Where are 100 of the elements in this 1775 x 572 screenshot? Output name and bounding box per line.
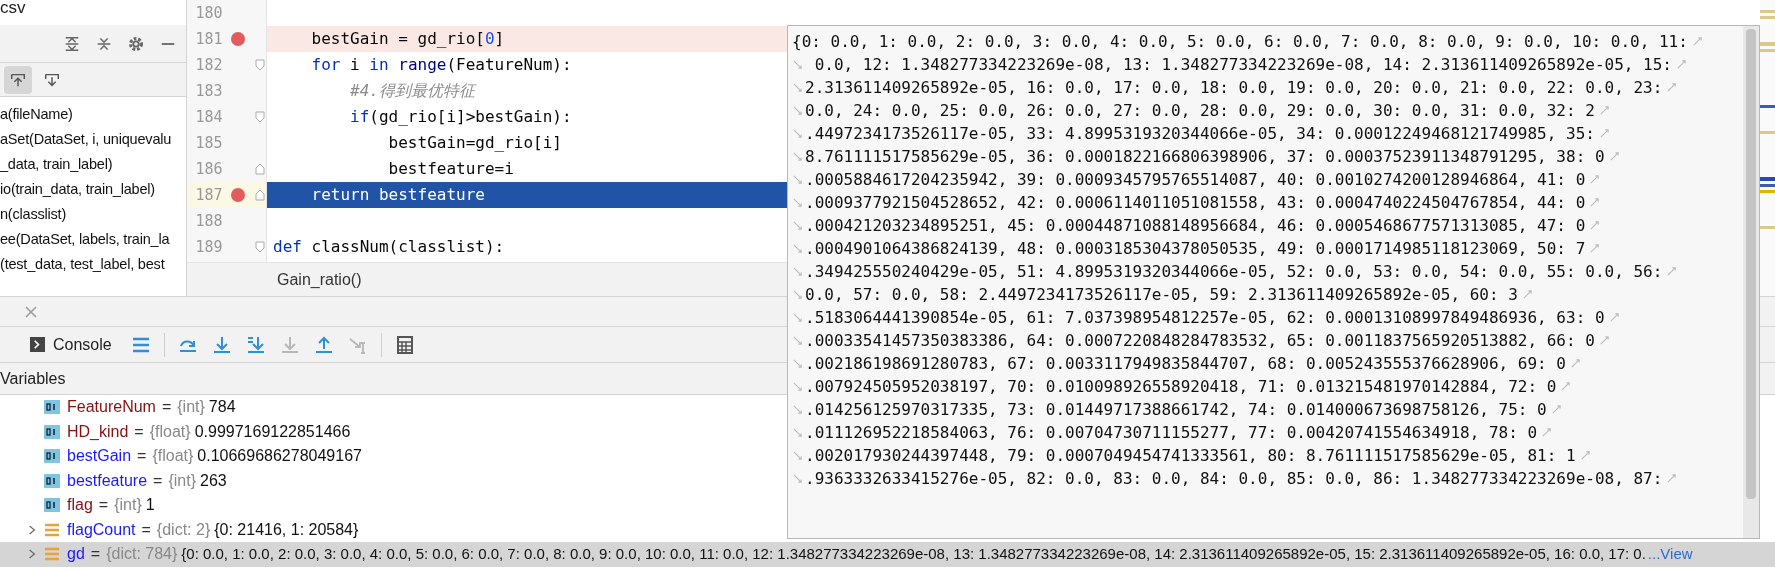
soft-wrap-icon [1550, 404, 1562, 415]
value-text: .0004901064386824139, 48: 0.0003185304378050535, 49: 0.0001714985118123069, 50: 7 [805, 237, 1586, 260]
file-name[interactable]: csv [0, 0, 26, 16]
arrow-up-icon[interactable] [4, 65, 32, 94]
soft-wrap-icon [792, 312, 803, 323]
line-number: 185 [194, 132, 223, 154]
soft-wrap-icon [792, 266, 803, 277]
soft-wrap-icon [1560, 381, 1572, 392]
chevron-right-icon[interactable] [28, 548, 36, 561]
code-line: return bestfeature [310, 184, 485, 206]
soft-wrap-icon [1675, 59, 1687, 70]
structure-item[interactable]: ee(DataSet, labels, train_la [0, 228, 170, 251]
variable-name: flag [67, 495, 93, 516]
value-text: 8.761111517585629e-05, 36: 0.0001822166806398906, 37: 0.00037523911348791295, 38: 0 [805, 145, 1605, 168]
soft-wrap-icon [792, 404, 803, 415]
equals-sign: = [141, 519, 151, 540]
variable-row[interactable] [0, 542, 1775, 567]
structure-item[interactable]: n(classlist) [0, 203, 67, 226]
line-number: 186 [194, 158, 223, 180]
soft-wrap-icon [792, 82, 803, 93]
soft-wrap-icon [792, 358, 803, 369]
value-text: .0005884617204235942, 39: 0.0009345795765514087, 40: 0.0010274200128946864, 41: 0 [805, 168, 1586, 191]
structure-item[interactable]: a(fileName) [0, 103, 73, 126]
stack-icon [44, 522, 60, 537]
value-text: .014256125970317335, 73: 0.01449717388661742, 74: 0.014000673698758126, 75: 0 [805, 398, 1547, 421]
soft-wrap-icon [1608, 312, 1620, 323]
variable-name: flagCount [67, 519, 136, 540]
breadcrumb[interactable]: Gain_ratio() [277, 267, 362, 292]
structure-item[interactable]: io(train_data, train_label) [0, 178, 155, 201]
soft-wrap-icon [792, 450, 803, 461]
structure-item[interactable]: (test_data, test_label, best [0, 253, 165, 276]
value-text: .9363332633415276e-05, 82: 0.0, 83: 0.0, 84: 0.0, 85: 0.0, 86: 1.348277334223269e-08, 87: [805, 467, 1663, 490]
number-icon [44, 449, 60, 464]
line-number: 180 [194, 2, 223, 24]
soft-wrap-icon [792, 105, 803, 116]
soft-wrap-icon [1570, 358, 1581, 369]
soft-wrap-icon [792, 174, 803, 185]
line-number: 181 [194, 28, 223, 50]
scrollbar[interactable] [1743, 26, 1759, 538]
close-icon[interactable] [24, 304, 38, 319]
soft-wrap-icon [792, 473, 803, 484]
soft-wrap-icon [1598, 128, 1610, 139]
soft-wrap-icon [1666, 473, 1678, 484]
equals-sign: = [137, 446, 147, 467]
line-number: 187 [194, 184, 223, 206]
variable-name: FeatureNum [67, 397, 156, 418]
value-text: 0.0, 24: 0.0, 25: 0.0, 26: 0.0, 27: 0.0, 28: 0.0, 29: 0.0, 30: 0.0, 31: 0.0, 32: 2 [805, 99, 1595, 122]
soft-wrap-icon [792, 151, 803, 162]
console-tab[interactable]: Console [30, 332, 112, 357]
soft-wrap-icon [1598, 335, 1610, 346]
value-text: 2.313611409265892e-05, 16: 0.0, 17: 0.0, 18: 0.0, 19: 0.0, 20: 0.0, 21: 0.0, 22: 0.0, 23: [805, 76, 1663, 99]
line-number: 184 [194, 106, 223, 128]
number-icon [44, 498, 60, 513]
variable-name: bestGain [67, 446, 132, 467]
fold-marker-icon[interactable] [255, 189, 266, 201]
variable-name: bestfeature [67, 470, 148, 491]
soft-wrap-icon [1589, 220, 1601, 231]
number-icon [44, 473, 60, 488]
value-text: .007924505952038197, 70: 0.010098926558920418, 71: 0.013215481970142884, 72: 0 [805, 375, 1557, 398]
equals-sign: = [161, 397, 172, 418]
variable-type: {dict: 784} [106, 544, 178, 565]
breakpoint-icon[interactable] [231, 32, 246, 46]
code-line: def classNum(classlist): [273, 236, 505, 258]
variable-type: {dict: 2} [156, 519, 211, 540]
fold-marker-icon[interactable] [255, 163, 266, 175]
value-text: .011126952218584063, 76: 0.00704730711155277, 77: 0.00420741554634918, 78: 0 [805, 421, 1538, 444]
soft-wrap-icon [1589, 174, 1601, 185]
chevron-right-icon[interactable] [28, 523, 36, 536]
variable-name: gd [67, 544, 85, 565]
fold-marker-icon[interactable] [255, 241, 266, 253]
fold-marker-icon[interactable] [255, 111, 266, 123]
structure-item[interactable]: aSet(DataSet, i, uniquevalu [0, 128, 172, 151]
code-line: #4.得到最优特征 [349, 80, 475, 102]
value-text: 0.0, 57: 0.0, 58: 2.4497234173526117e-05, 59: 2.313611409265892e-05, 60: 3 [805, 283, 1518, 306]
soft-wrap-icon [792, 243, 803, 254]
value-text: .4497234173526117e-05, 33: 4.8995319320344066e-05, 34: 0.00012249468121749985, 35: [805, 122, 1595, 145]
structure-item[interactable]: _data, train_label) [0, 153, 113, 176]
soft-wrap-icon [1598, 105, 1610, 116]
soft-wrap-icon [1589, 243, 1601, 254]
soft-wrap-icon [792, 197, 803, 208]
line-number: 189 [194, 236, 223, 258]
soft-wrap-icon [792, 59, 803, 70]
number-icon [44, 424, 60, 439]
value-text: .5183064441390854e-05, 61: 7.037398954812257e-05, 62: 0.00013108997849486936, 63: 0 [805, 306, 1605, 329]
soft-wrap-icon [792, 335, 803, 346]
fold-marker-icon[interactable] [255, 59, 266, 71]
variable-value: {0: 21416, 1: 20584} [214, 519, 359, 540]
variable-value: 784 [208, 397, 236, 418]
equals-sign: = [153, 470, 163, 491]
variable-type: {float} [149, 421, 191, 442]
variable-name: HD_kind [67, 421, 129, 442]
soft-wrap-icon [792, 381, 803, 392]
soft-wrap-icon [1666, 82, 1678, 93]
soft-wrap-icon [792, 427, 803, 438]
soft-wrap-icon [1666, 266, 1678, 277]
code-line: if(gd_rio[i]>bestGain): [349, 106, 572, 128]
soft-wrap-icon [1521, 289, 1533, 300]
value-text: .002017930244397448, 79: 0.0007049454741333561, 80: 8.761111517585629e-05, 81: 1 [805, 444, 1576, 467]
variable-type: {int} [177, 397, 205, 418]
breakpoint-icon[interactable] [231, 188, 246, 202]
